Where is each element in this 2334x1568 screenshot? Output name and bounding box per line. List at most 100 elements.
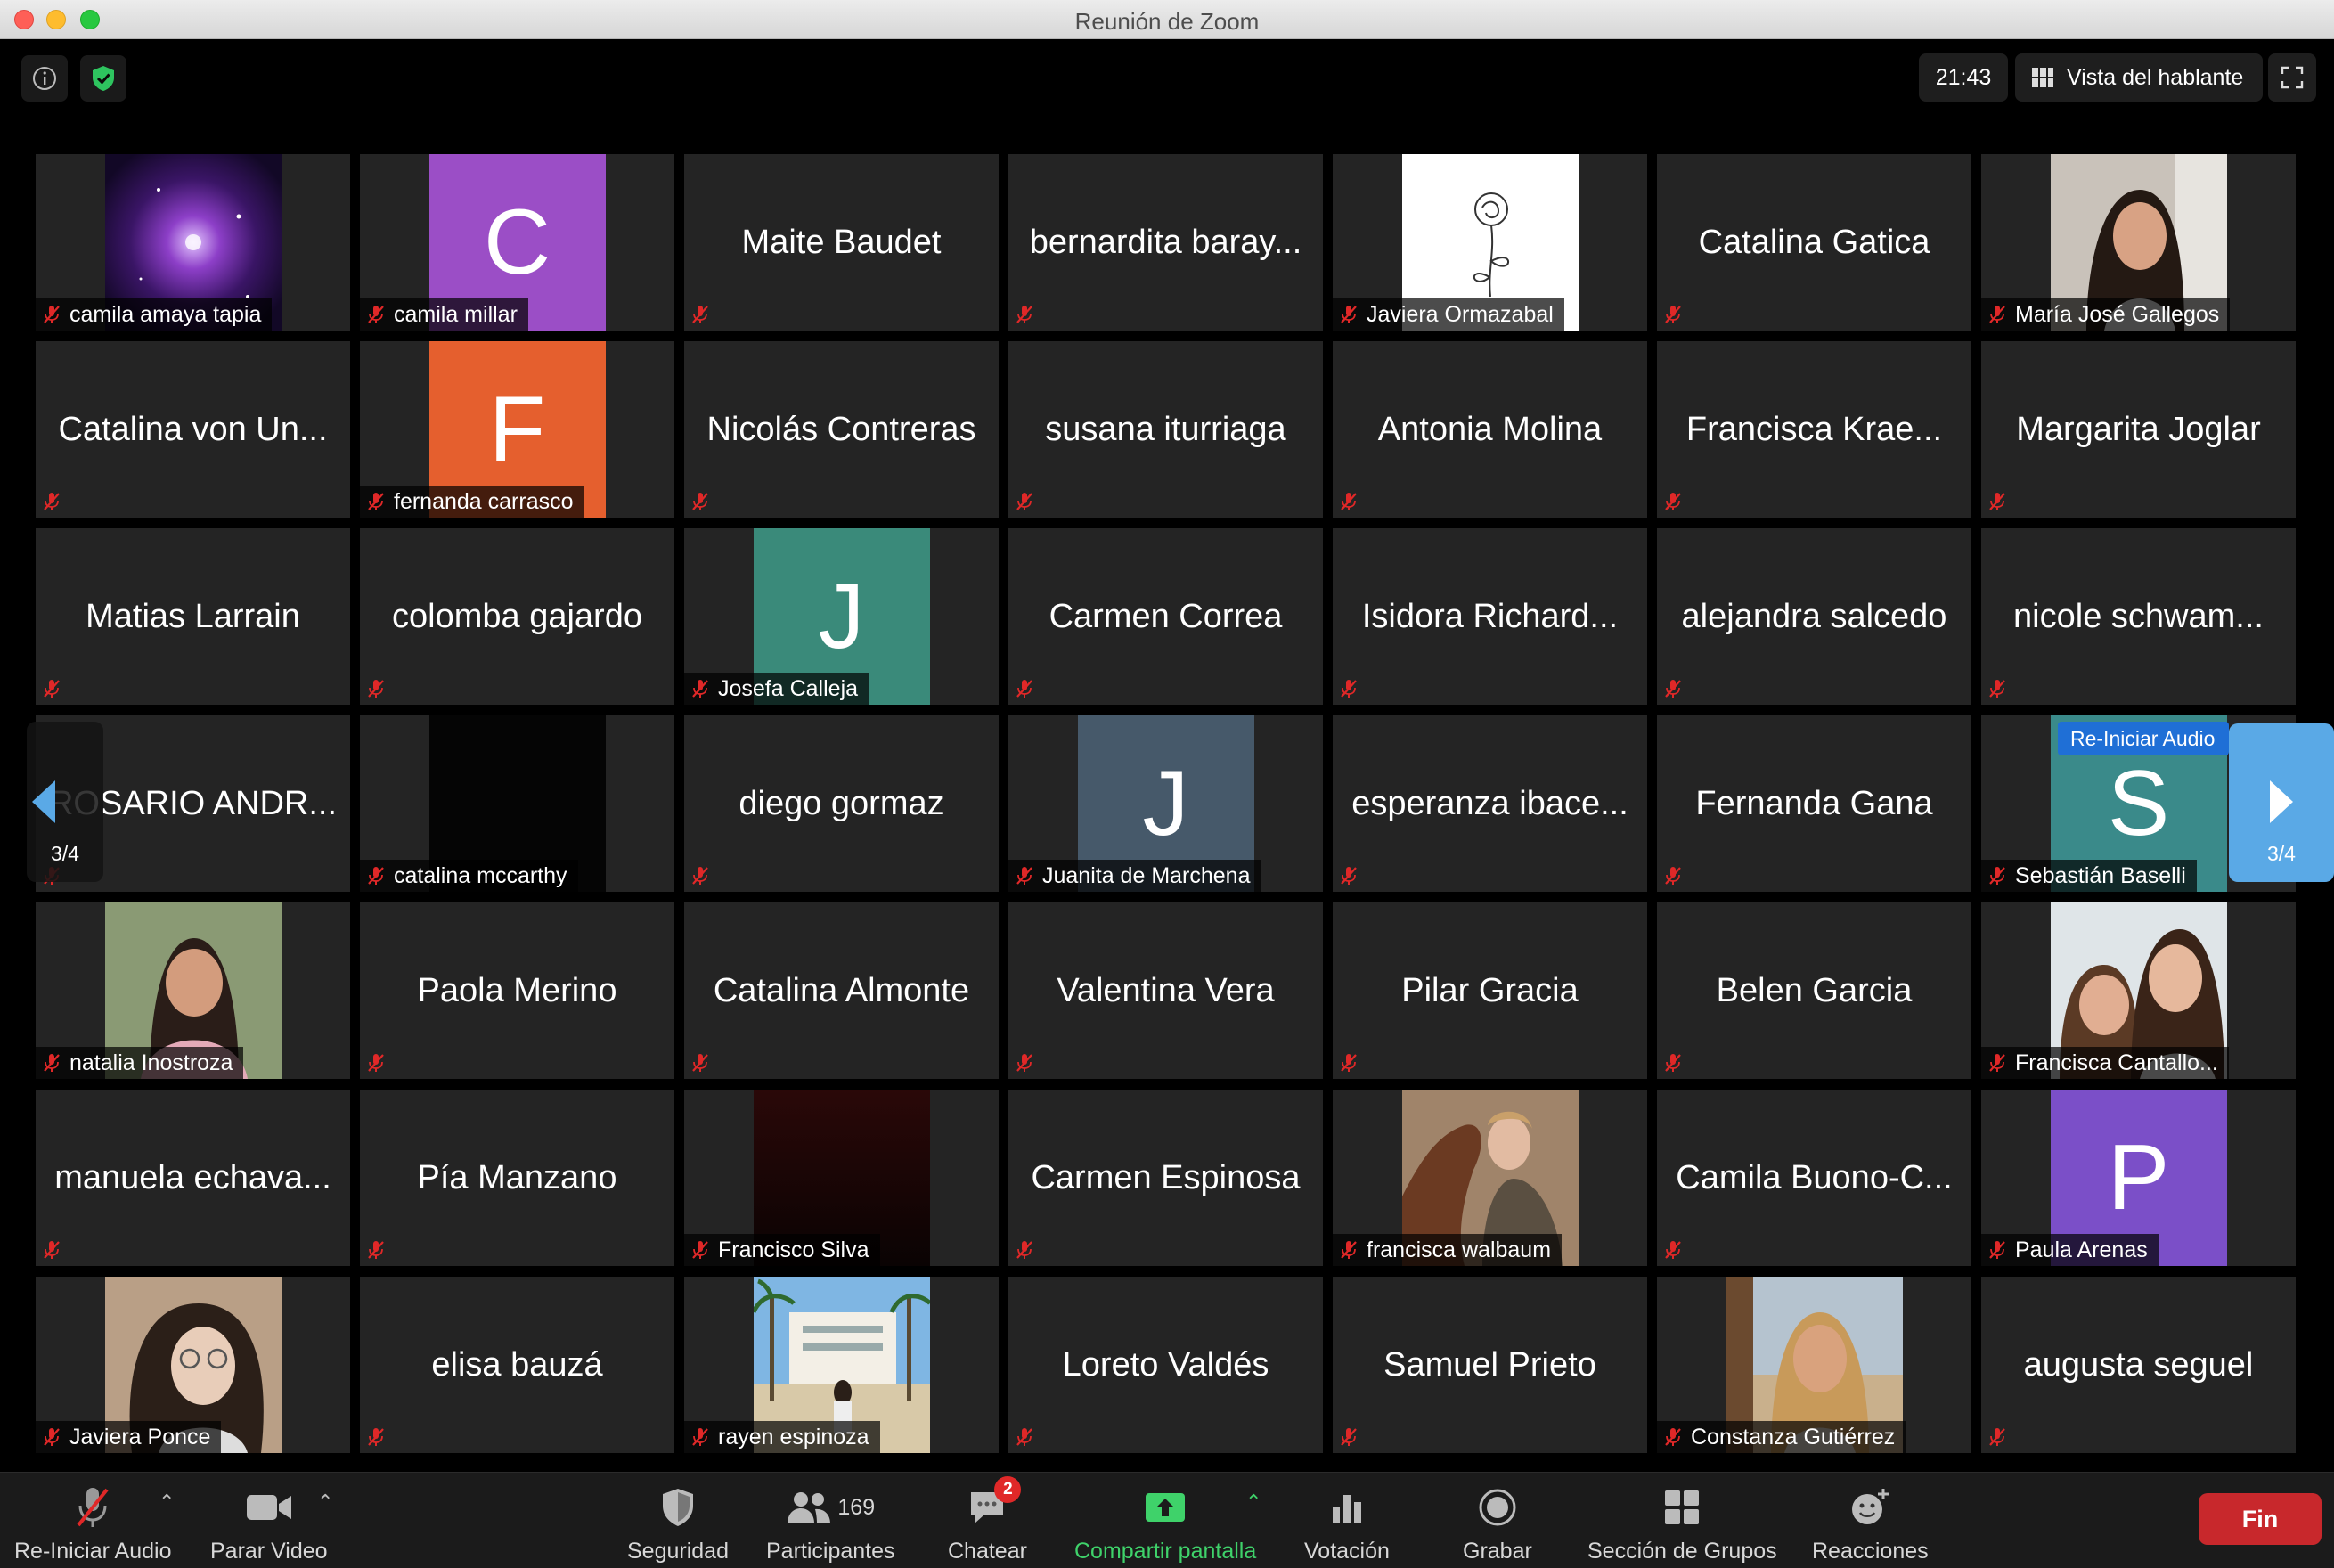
share-options-caret[interactable]: ⌃ — [1245, 1490, 1261, 1514]
muted-mic-icon — [365, 491, 387, 512]
participant-tile[interactable]: Catalina von Un... — [36, 341, 350, 518]
unmute-audio-button[interactable]: Re-Iniciar Audio — [14, 1483, 171, 1564]
participant-name: Carmen Correa — [1049, 597, 1283, 635]
muted-mic-icon — [690, 865, 711, 886]
participant-tile[interactable]: colomba gajardo — [360, 528, 674, 705]
participant-tile[interactable]: Fernanda Gana — [1657, 715, 1971, 892]
muted-mic-icon — [1987, 1052, 2008, 1074]
participant-name: esperanza ibace... — [1351, 784, 1628, 822]
participant-name: colomba gajardo — [392, 597, 642, 635]
arrow-left-icon — [32, 780, 55, 823]
participant-tile[interactable]: P Paula Arenas — [1981, 1090, 2296, 1266]
participant-tile[interactable]: nicole schwam... — [1981, 528, 2296, 705]
muted-mic-icon — [1338, 1052, 1359, 1074]
meeting-info-button[interactable] — [21, 55, 68, 102]
stop-video-button[interactable]: Parar Video — [210, 1483, 328, 1564]
participant-name: Catalina von Un... — [58, 410, 328, 448]
participant-name: Catalina Gatica — [1698, 223, 1930, 261]
participant-tile[interactable]: Ffernanda carrasco — [360, 341, 674, 518]
participant-tile[interactable]: Matias Larrain — [36, 528, 350, 705]
previous-page-button[interactable]: 3/4 — [27, 722, 103, 882]
participant-tile[interactable]: Antonia Molina — [1333, 341, 1647, 518]
next-page-button[interactable]: 3/4 — [2229, 723, 2334, 882]
participant-tile[interactable]: natalia Inostroza — [36, 902, 350, 1079]
breakout-rooms-button[interactable]: Sección de Grupos — [1587, 1483, 1777, 1564]
meeting-timer: 21:43 — [1919, 53, 2008, 102]
fullscreen-button[interactable] — [2268, 53, 2316, 102]
encryption-button[interactable] — [80, 55, 126, 102]
participant-tile[interactable]: Maite Baudet — [684, 154, 999, 331]
participant-tile[interactable]: bernardita baray... — [1008, 154, 1323, 331]
participant-tile[interactable]: Belen Garcia — [1657, 902, 1971, 1079]
muted-mic-icon — [1338, 1239, 1359, 1261]
participant-tile[interactable]: catalina mccarthy — [360, 715, 674, 892]
participant-tile[interactable]: esperanza ibace... — [1333, 715, 1647, 892]
participant-tile[interactable]: augusta seguel — [1981, 1277, 2296, 1453]
participant-tile[interactable]: Javiera Ponce — [36, 1277, 350, 1453]
participant-tile[interactable]: Francisca Cantallo... — [1981, 902, 2296, 1079]
end-meeting-button[interactable]: Fin — [2199, 1493, 2322, 1545]
muted-mic-icon — [1662, 491, 1684, 512]
arrow-right-icon — [2270, 780, 2293, 823]
participants-button[interactable]: 169 Participantes — [766, 1483, 895, 1564]
participant-tile[interactable]: J Josefa Calleja — [684, 528, 999, 705]
audio-options-caret[interactable]: ⌃ — [159, 1490, 175, 1514]
security-button[interactable]: Seguridad — [627, 1483, 729, 1564]
participant-tile[interactable]: Francisca Krae... — [1657, 341, 1971, 518]
muted-mic-icon — [365, 1239, 387, 1261]
participant-tile[interactable]: diego gormaz — [684, 715, 999, 892]
participant-tile[interactable]: Catalina Almonte — [684, 902, 999, 1079]
participant-tile[interactable]: Margarita Joglar — [1981, 341, 2296, 518]
participant-tile[interactable]: Camila Buono-C... — [1657, 1090, 1971, 1266]
window-title: Reunión de Zoom — [1074, 8, 1260, 35]
participant-tile[interactable]: Pía Manzano — [360, 1090, 674, 1266]
participant-tile[interactable]: Carmen Correa — [1008, 528, 1323, 705]
participant-tile[interactable]: Isidora Richard... — [1333, 528, 1647, 705]
info-icon — [33, 67, 56, 90]
participant-tile[interactable]: francisca walbaum — [1333, 1090, 1647, 1266]
participant-tile[interactable]: camila amaya tapia — [36, 154, 350, 331]
video-options-caret[interactable]: ⌃ — [317, 1490, 333, 1514]
participant-tile[interactable]: Samuel Prieto — [1333, 1277, 1647, 1453]
participant-tile[interactable]: María José Gallegos — [1981, 154, 2296, 331]
participant-name: Sebastián Baselli — [2015, 862, 2186, 888]
participant-tile[interactable]: manuela echava... — [36, 1090, 350, 1266]
participant-tile[interactable]: elisa bauzá — [360, 1277, 674, 1453]
participant-tile[interactable]: Catalina Gatica — [1657, 154, 1971, 331]
participant-name: susana iturriaga — [1045, 410, 1286, 448]
participant-tile[interactable]: J Juanita de Marchena — [1008, 715, 1323, 892]
muted-mic-icon — [41, 1052, 62, 1074]
participant-tile[interactable]: Javiera Ormazabal — [1333, 154, 1647, 331]
participant-name: Javiera Ponce — [69, 1424, 211, 1450]
participant-name: nicole schwam... — [2013, 597, 2264, 635]
chat-button[interactable]: 2 Chatear — [948, 1476, 1027, 1564]
share-screen-button[interactable]: Compartir pantalla — [1074, 1483, 1256, 1564]
participant-tile[interactable]: Constanza Gutiérrez — [1657, 1277, 1971, 1453]
participant-tile[interactable]: Ccamila millar — [360, 154, 674, 331]
participant-tile[interactable]: Francisco Silva — [684, 1090, 999, 1266]
muted-mic-icon — [1338, 1426, 1359, 1448]
muted-mic-icon — [1662, 1426, 1684, 1448]
participant-tile[interactable]: Nicolás Contreras — [684, 341, 999, 518]
muted-mic-icon — [1014, 1239, 1035, 1261]
participant-tile[interactable]: susana iturriaga — [1008, 341, 1323, 518]
participant-tile[interactable]: Carmen Espinosa — [1008, 1090, 1323, 1266]
participant-name: Catalina Almonte — [713, 971, 970, 1009]
shield-check-icon — [93, 66, 114, 91]
muted-mic-icon — [1662, 865, 1684, 886]
participant-tile[interactable]: Paola Merino — [360, 902, 674, 1079]
participant-tile[interactable]: Loreto Valdés — [1008, 1277, 1323, 1453]
speaker-view-button[interactable]: Vista del hablante — [2015, 53, 2263, 102]
page-indicator-left: 3/4 — [51, 842, 79, 865]
participant-tile[interactable]: rayen espinoza — [684, 1277, 999, 1453]
participant-tile[interactable]: alejandra salcedo — [1657, 528, 1971, 705]
reactions-button[interactable]: Reacciones — [1812, 1483, 1929, 1564]
muted-mic-icon — [41, 304, 62, 325]
participant-tile[interactable]: Pilar Gracia — [1333, 902, 1647, 1079]
participant-name: Javiera Ormazabal — [1367, 301, 1554, 327]
participant-name: Francisca Krae... — [1685, 410, 1943, 448]
participant-tile[interactable]: Valentina Vera — [1008, 902, 1323, 1079]
record-button[interactable]: Grabar — [1463, 1483, 1532, 1564]
participant-name: bernardita baray... — [1029, 223, 1302, 261]
polling-button[interactable]: Votación — [1304, 1483, 1390, 1564]
